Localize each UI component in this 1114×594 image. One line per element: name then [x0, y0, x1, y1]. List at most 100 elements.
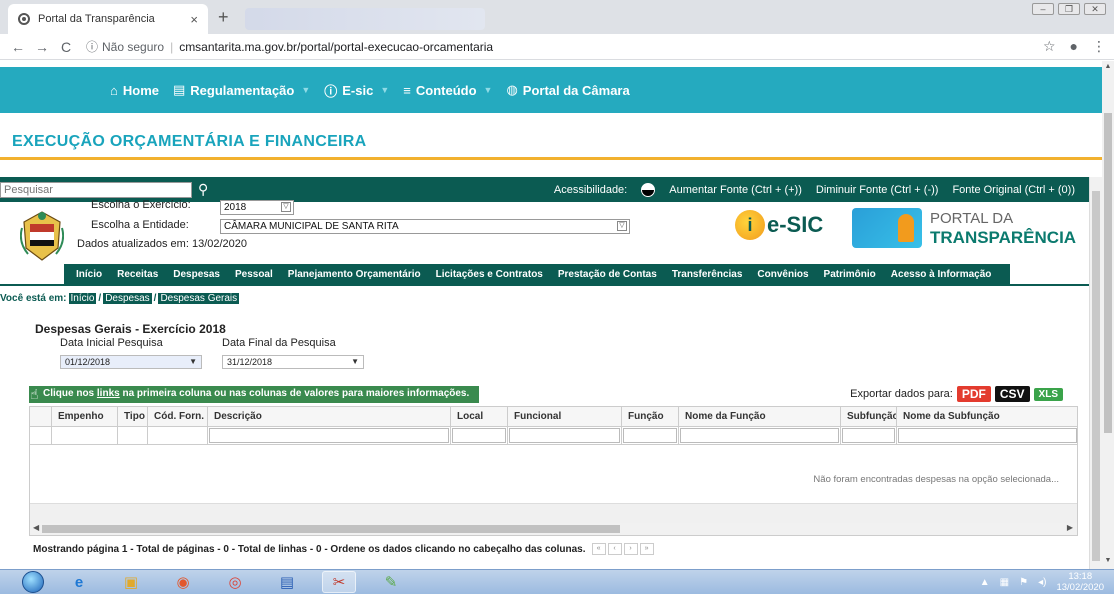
- filter-local-input[interactable]: [452, 428, 506, 443]
- page-scrollbar[interactable]: ▲ ▼: [1102, 61, 1114, 569]
- globe-icon: ◍: [506, 82, 518, 97]
- info-icon[interactable]: ⓘ: [86, 38, 98, 55]
- next-page-icon[interactable]: ›: [623, 543, 638, 555]
- contrast-icon[interactable]: [641, 182, 656, 197]
- col-funcional[interactable]: Funcional: [508, 407, 622, 426]
- menu-prestacao-contas[interactable]: Prestação de Contas: [558, 269, 657, 280]
- menu-acesso-informacao[interactable]: Acesso à Informação: [891, 269, 992, 280]
- background-tab[interactable]: [245, 8, 485, 30]
- minimize-icon[interactable]: –: [1032, 3, 1054, 15]
- document-icon[interactable]: ▤: [270, 571, 304, 593]
- frame-scroll-thumb[interactable]: [1092, 191, 1100, 561]
- frame-scrollbar[interactable]: [1089, 177, 1102, 569]
- breadcrumb-despesas[interactable]: Despesas: [103, 293, 152, 304]
- horizontal-scrollbar[interactable]: ◀ ▶: [30, 523, 1077, 535]
- chevron-down-icon: ▼: [189, 357, 197, 366]
- col-cod-forn[interactable]: Cód. Forn.: [148, 407, 208, 426]
- scroll-down-icon[interactable]: ▼: [1102, 557, 1114, 567]
- col-nome-subfuncao[interactable]: Nome da Subfunção: [897, 407, 1077, 426]
- increase-font-link[interactable]: Aumentar Fonte (Ctrl + (+)): [669, 184, 802, 196]
- start-button[interactable]: [22, 571, 44, 593]
- scroll-up-icon[interactable]: ▲: [1102, 63, 1114, 73]
- page-scroll-thumb[interactable]: [1104, 113, 1112, 433]
- nav-regulamentacao[interactable]: ▤ Regulamentação ▼: [173, 82, 310, 98]
- col-tipo[interactable]: Tipo: [118, 407, 148, 426]
- tray-expand-icon[interactable]: ▲: [980, 577, 990, 588]
- col-funcao[interactable]: Função: [622, 407, 679, 426]
- menu-transferencias[interactable]: Transferências: [672, 269, 743, 280]
- original-font-link[interactable]: Fonte Original (Ctrl + (0)): [952, 184, 1075, 196]
- col-subfuncao[interactable]: Subfunção: [841, 407, 897, 426]
- filter-funcional-input[interactable]: [509, 428, 620, 443]
- flag-icon[interactable]: ⚑: [1019, 577, 1028, 588]
- profile-icon[interactable]: ●: [1070, 38, 1078, 55]
- menu-convenios[interactable]: Convênios: [757, 269, 808, 280]
- tab-close-icon[interactable]: ×: [190, 12, 198, 27]
- filter-nome-funcao-input[interactable]: [680, 428, 839, 443]
- prev-page-icon[interactable]: ‹: [607, 543, 622, 555]
- close-window-icon[interactable]: ✕: [1084, 3, 1106, 15]
- search-input[interactable]: [0, 181, 192, 198]
- entity-label: Escolha a Entidade:: [91, 219, 189, 231]
- file-explorer-icon[interactable]: ▣: [114, 571, 148, 593]
- filter-subfuncao-input[interactable]: [842, 428, 895, 443]
- date-end-select[interactable]: 31/12/2018 ▼: [222, 355, 364, 369]
- breadcrumb-inicio[interactable]: Início: [68, 293, 97, 304]
- esic-logo[interactable]: i e-SIC: [735, 210, 823, 240]
- back-icon[interactable]: ←: [8, 39, 28, 55]
- new-tab-button[interactable]: +: [218, 8, 229, 26]
- filter-funcao-input[interactable]: [623, 428, 677, 443]
- menu-despesas[interactable]: Despesas: [173, 269, 220, 280]
- col-nome-funcao[interactable]: Nome da Função: [679, 407, 841, 426]
- outlook-icon[interactable]: ◉: [166, 571, 200, 593]
- menu-receitas[interactable]: Receitas: [117, 269, 158, 280]
- col-local[interactable]: Local: [451, 407, 508, 426]
- volume-icon[interactable]: ◂): [1038, 577, 1046, 588]
- bookmark-star-icon[interactable]: ☆: [1043, 38, 1056, 55]
- nav-portal-camara[interactable]: ◍ Portal da Câmara: [506, 82, 629, 98]
- decrease-font-link[interactable]: Diminuir Fonte (Ctrl + (-)): [816, 184, 939, 196]
- snipping-tool-icon[interactable]: ✂: [322, 571, 356, 593]
- chrome-icon[interactable]: ◎: [218, 571, 252, 593]
- menu-planejamento[interactable]: Planejamento Orçamentário: [288, 269, 421, 280]
- reload-icon[interactable]: C: [56, 39, 76, 55]
- scroll-left-icon[interactable]: ◀: [33, 523, 39, 532]
- nav-esic[interactable]: ⓘ E-sic ▼: [324, 81, 389, 100]
- nav-home[interactable]: ⌂ Home: [110, 83, 159, 98]
- filter-nome-subfuncao-input[interactable]: [898, 428, 1077, 443]
- restore-icon[interactable]: ❐: [1058, 3, 1080, 15]
- browser-tab-active[interactable]: Portal da Transparência ×: [8, 4, 208, 34]
- exercise-select[interactable]: 2018 ▽: [220, 200, 294, 215]
- horizontal-scroll-thumb[interactable]: [42, 525, 620, 533]
- table-header: Empenho Tipo Cód. Forn. Descrição Local …: [30, 407, 1077, 427]
- date-start-select[interactable]: 01/12/2018 ▼: [60, 355, 202, 369]
- menu-pessoal[interactable]: Pessoal: [235, 269, 273, 280]
- export-xls-button[interactable]: XLS: [1033, 387, 1063, 401]
- paint-icon[interactable]: ✎: [374, 571, 408, 593]
- col-empenho[interactable]: Empenho: [52, 407, 118, 426]
- breadcrumb-despesas-gerais[interactable]: Despesas Gerais: [158, 293, 240, 304]
- export-csv-button[interactable]: CSV: [994, 386, 1030, 402]
- menu-patrimonio[interactable]: Patrimônio: [824, 269, 876, 280]
- address-bar[interactable]: ⓘ Não seguro | cmsantarita.ma.gov.br/por…: [86, 37, 1043, 57]
- scroll-right-icon[interactable]: ▶: [1067, 523, 1073, 532]
- nav-conteudo[interactable]: ≡ Conteúdo ▼: [403, 83, 492, 98]
- export-pdf-button[interactable]: PDF: [956, 386, 991, 402]
- col-descricao[interactable]: Descrição: [208, 407, 451, 426]
- menu-inicio[interactable]: Início: [76, 269, 102, 280]
- forward-icon[interactable]: →: [32, 39, 52, 55]
- last-page-icon[interactable]: »: [639, 543, 654, 555]
- network-icon[interactable]: ▦: [1000, 577, 1009, 588]
- portal-transparencia-logo[interactable]: PORTAL DA TRANSPARÊNCIA: [852, 208, 1076, 248]
- internet-explorer-icon[interactable]: e: [62, 571, 96, 593]
- url-text[interactable]: cmsantarita.ma.gov.br/portal/portal-exec…: [179, 40, 493, 54]
- menu-licitacoes[interactable]: Licitações e Contratos: [436, 269, 543, 280]
- system-clock[interactable]: 13:18 13/02/2020: [1056, 571, 1104, 593]
- search-icon[interactable]: ⚲: [198, 181, 208, 198]
- entity-select[interactable]: CÂMARA MUNICIPAL DE SANTA RITA ▽: [220, 219, 630, 234]
- chevron-down-icon: ▼: [380, 85, 390, 95]
- kebab-menu-icon[interactable]: ⋮: [1092, 38, 1106, 55]
- filter-descricao-input[interactable]: [209, 428, 449, 443]
- hint-links[interactable]: links: [97, 388, 120, 399]
- first-page-icon[interactable]: «: [591, 543, 606, 555]
